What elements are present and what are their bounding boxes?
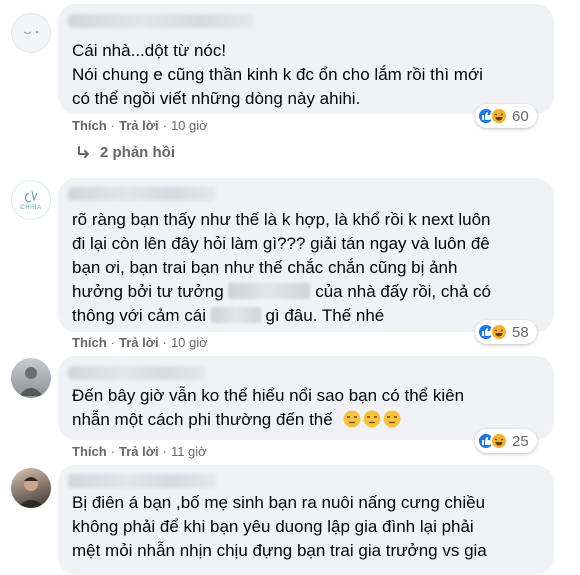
reaction-summary[interactable]: 60	[475, 104, 537, 128]
comment-bubble: Bị điên á bạn ,bố mẹ sinh bạn ra nuôi nấ…	[58, 465, 554, 575]
redacted-text	[228, 283, 311, 299]
view-replies-button[interactable]: 2 phản hồi	[76, 144, 175, 161]
comment-actions: Thích · Trả lời · 10 giờ	[72, 118, 208, 133]
haha-icon	[490, 323, 508, 341]
unamused-face-icon	[363, 410, 381, 428]
commenter-name[interactable]	[68, 366, 206, 380]
avatar[interactable]	[11, 358, 51, 398]
haha-icon	[490, 432, 508, 450]
reaction-count: 25	[512, 432, 529, 450]
redacted-text	[210, 307, 261, 323]
timestamp[interactable]: 10 giờ	[171, 335, 208, 350]
reaction-count: 60	[512, 107, 529, 125]
avatar-mark-icon	[23, 30, 39, 35]
reply-link[interactable]: Trả lời	[119, 118, 159, 133]
like-link[interactable]: Thích	[72, 335, 107, 350]
avatar[interactable]	[11, 13, 51, 53]
timestamp[interactable]: 10 giờ	[171, 118, 208, 133]
like-link[interactable]: Thích	[72, 444, 107, 459]
commenter-name[interactable]	[68, 187, 216, 201]
avatar-photo-icon	[17, 477, 45, 508]
like-link[interactable]: Thích	[72, 118, 107, 133]
haha-icon	[490, 107, 508, 125]
reply-arrow-icon	[78, 145, 89, 158]
comment-text: Đến bây giờ vẫn ko thể hiểu nổi sao bạn …	[72, 386, 465, 429]
unamused-face-icon	[343, 410, 361, 428]
reply-link[interactable]: Trả lời	[119, 335, 159, 350]
avatar[interactable]	[11, 468, 51, 508]
comment-bubble: Cái nhà...dột từ nóc! Nói chung e cũng t…	[58, 4, 554, 114]
comment-actions: Thích · Trả lời · 10 giờ	[72, 335, 208, 350]
comment-actions: Thích · Trả lời · 11 giờ	[72, 444, 207, 459]
comment-text: Bị điên á bạn ,bố mẹ sinh bạn ra nuôi nấ…	[72, 493, 487, 560]
commenter-name[interactable]	[68, 14, 254, 28]
reaction-summary[interactable]: 58	[475, 320, 537, 344]
reply-link[interactable]: Trả lời	[119, 444, 159, 459]
comment-bubble: Đến bây giờ vẫn ko thể hiểu nổi sao bạn …	[58, 356, 554, 440]
avatar[interactable]: CHIRA	[11, 180, 51, 220]
commenter-name[interactable]	[68, 474, 216, 488]
replies-label: 2 phản hồi	[100, 144, 175, 161]
comment-text: Cái nhà...dột từ nóc! Nói chung e cũng t…	[72, 41, 483, 108]
timestamp[interactable]: 11 giờ	[171, 444, 207, 459]
avatar-logo-text: CHIRA	[20, 205, 42, 211]
chira-logo-icon	[24, 190, 38, 203]
reaction-summary[interactable]: 25	[475, 429, 537, 453]
avatar-photo-icon	[19, 367, 43, 396]
comment-bubble: rõ ràng bạn thấy như thế là k hợp, là kh…	[58, 178, 554, 332]
reaction-count: 58	[512, 323, 529, 341]
comment-text: rõ ràng bạn thấy như thế là k hợp, là kh…	[72, 210, 491, 325]
unamused-face-icon	[383, 410, 401, 428]
